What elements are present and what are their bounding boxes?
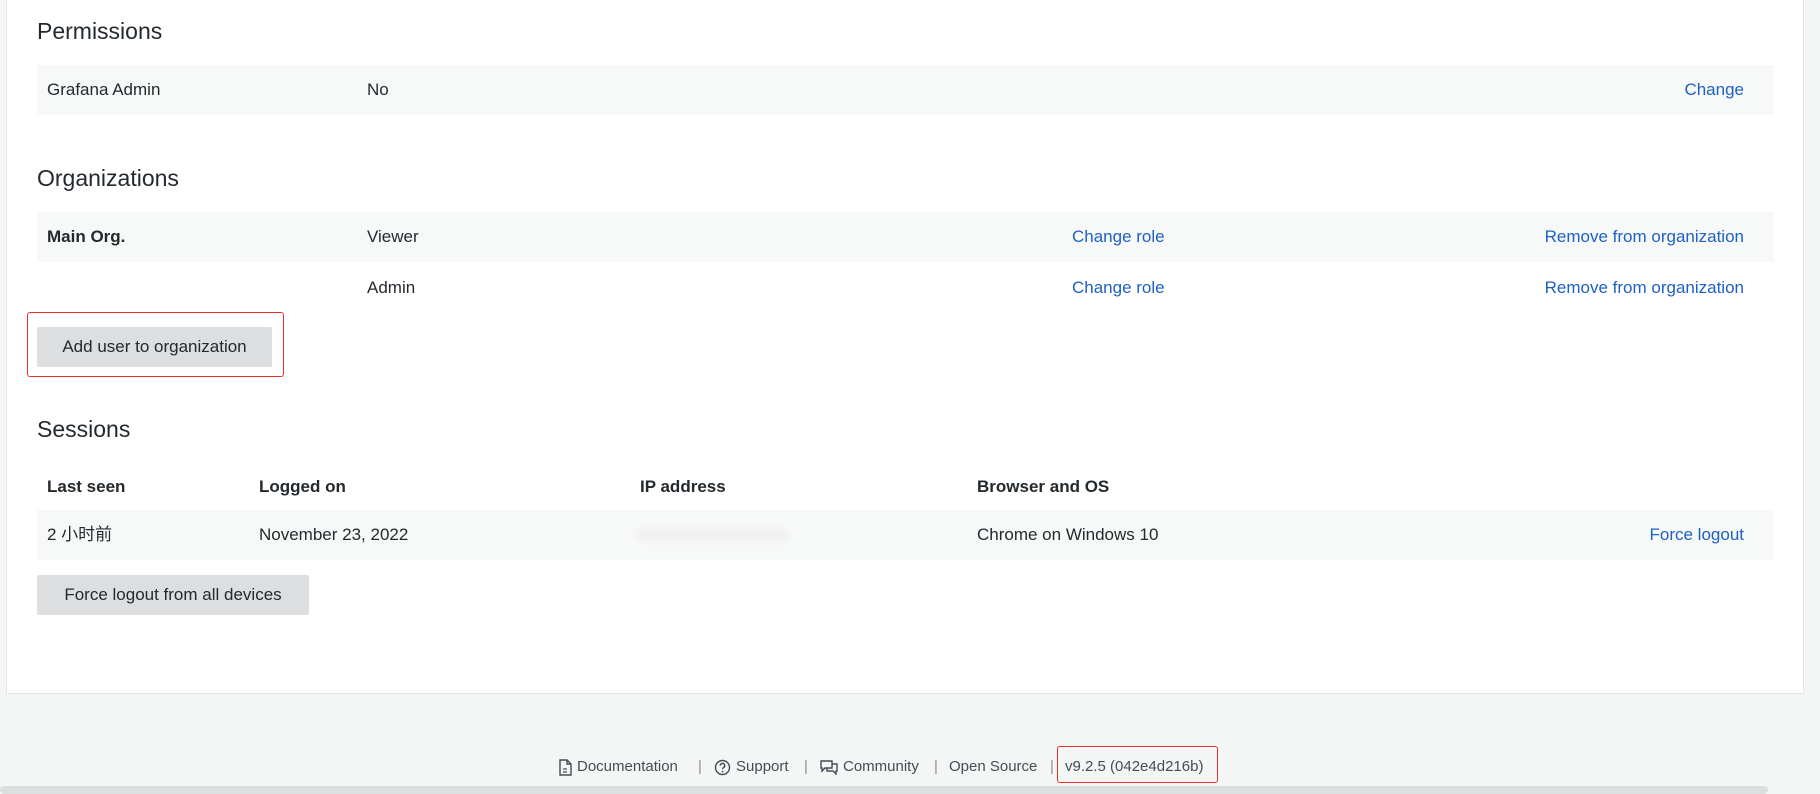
footer-separator: | bbox=[698, 758, 702, 775]
remove-from-org-link[interactable]: Remove from organization bbox=[1545, 212, 1744, 262]
permission-value: No bbox=[367, 80, 389, 99]
session-row: 2 小时前 November 23, 2022 Chrome on Window… bbox=[37, 510, 1774, 560]
user-detail-panel: Permissions Grafana Admin No Change Orga… bbox=[6, 0, 1804, 694]
footer-version: v9.2.5 (042e4d216b) bbox=[1065, 750, 1203, 784]
column-ip-address: IP address bbox=[640, 477, 726, 496]
column-logged-on: Logged on bbox=[259, 477, 346, 496]
footer-support-link[interactable]: Support bbox=[714, 750, 789, 784]
force-logout-all-devices-button[interactable]: Force logout from all devices bbox=[37, 575, 309, 615]
document-icon bbox=[558, 758, 572, 776]
session-logged-on: November 23, 2022 bbox=[259, 525, 409, 544]
column-last-seen: Last seen bbox=[47, 477, 126, 496]
footer-separator: | bbox=[804, 758, 808, 775]
change-role-link[interactable]: Change role bbox=[1072, 212, 1165, 262]
footer-documentation-link[interactable]: Documentation bbox=[558, 750, 678, 784]
footer-separator: | bbox=[934, 758, 938, 775]
change-permission-link[interactable]: Change bbox=[1684, 65, 1744, 115]
footer-version-label: v9.2.5 (042e4d216b) bbox=[1065, 758, 1204, 775]
footer-community-label: Community bbox=[843, 758, 919, 775]
footer-separator: | bbox=[1050, 758, 1054, 775]
sessions-table-header: Last seen Logged on IP address Browser a… bbox=[37, 465, 1774, 509]
org-role: Viewer bbox=[367, 227, 419, 246]
add-user-to-organization-button[interactable]: Add user to organization bbox=[37, 327, 272, 367]
org-row-main-org: Main Org. Viewer Change role Remove from… bbox=[37, 212, 1774, 262]
organizations-title: Organizations bbox=[37, 165, 179, 191]
change-role-link[interactable]: Change role bbox=[1072, 263, 1165, 313]
org-role: Admin bbox=[367, 278, 416, 297]
footer-community-link[interactable]: Community bbox=[820, 750, 919, 784]
remove-from-org-link[interactable]: Remove from organization bbox=[1545, 263, 1744, 313]
org-row-admin: Admin Change role Remove from organizati… bbox=[37, 263, 1774, 313]
force-logout-link[interactable]: Force logout bbox=[1650, 510, 1745, 560]
footer-open-source-link[interactable]: Open Source bbox=[949, 750, 1037, 784]
permissions-title: Permissions bbox=[37, 18, 163, 44]
org-name: Main Org. bbox=[47, 227, 126, 246]
footer: Documentation | Support | Community | Op… bbox=[0, 746, 1820, 784]
column-browser-os: Browser and OS bbox=[977, 477, 1110, 496]
footer-support-label: Support bbox=[736, 758, 789, 775]
comments-icon bbox=[820, 759, 838, 775]
permission-row-grafana-admin: Grafana Admin No Change bbox=[37, 65, 1774, 115]
permission-label: Grafana Admin bbox=[47, 80, 161, 99]
sessions-title: Sessions bbox=[37, 416, 131, 442]
session-last-seen: 2 小时前 bbox=[47, 525, 113, 544]
footer-documentation-label: Documentation bbox=[577, 758, 678, 775]
session-ip-redacted bbox=[637, 528, 789, 542]
footer-open-source-label: Open Source bbox=[949, 758, 1038, 775]
horizontal-scrollbar[interactable] bbox=[0, 786, 1768, 794]
session-browser-os: Chrome on Windows 10 bbox=[977, 525, 1159, 544]
question-circle-icon bbox=[714, 759, 731, 776]
